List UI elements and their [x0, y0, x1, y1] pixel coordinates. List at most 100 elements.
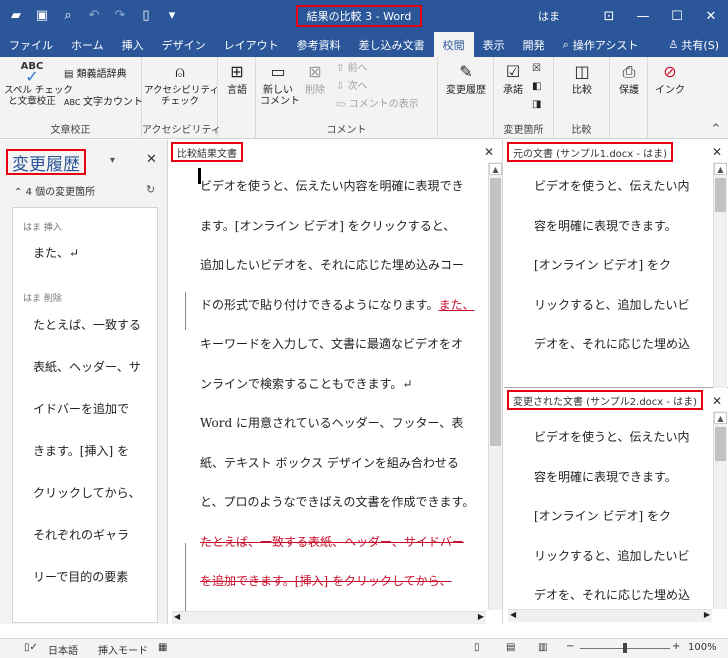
show-comments-button[interactable]: ▭ コメントの表示: [336, 99, 419, 111]
refresh-icon[interactable]: ↻: [146, 183, 155, 196]
change-bar: [185, 292, 186, 330]
minimize-icon[interactable]: —: [626, 0, 660, 32]
proofing-status-icon[interactable]: ▯✓: [24, 642, 38, 653]
redo-icon[interactable]: ↷: [112, 7, 128, 23]
tab-references[interactable]: 参考資料: [288, 32, 350, 57]
undo-icon[interactable]: ↶: [86, 7, 102, 23]
scroll-right-icon[interactable]: ▶: [478, 612, 484, 621]
ink-button[interactable]: ⊘ インク: [652, 61, 688, 97]
print-layout-icon[interactable]: ▤: [506, 642, 515, 653]
group-ink: ⊘ インク: [648, 57, 692, 139]
previous-change-button[interactable]: ◧: [532, 81, 541, 93]
track-changes-button[interactable]: ✎ 変更履歴: [442, 61, 490, 97]
language-button[interactable]: ⊞ 言語: [220, 61, 254, 97]
compared-vertical-scrollbar[interactable]: ▲: [488, 162, 502, 610]
word-count-button[interactable]: ABC 文字カウント: [64, 97, 143, 109]
new-comment-button[interactable]: ▭ 新しい コメント: [260, 61, 300, 108]
pane-options-icon[interactable]: ▾: [110, 155, 115, 166]
zoom-out-icon[interactable]: −: [566, 641, 574, 652]
customize-qat-icon[interactable]: ▾: [164, 7, 180, 23]
tab-view[interactable]: 表示: [474, 32, 514, 57]
revised-vertical-scrollbar[interactable]: ▲: [713, 411, 727, 609]
close-revised-icon[interactable]: ✕: [712, 394, 722, 408]
revision-text[interactable]: それぞれのギャラ: [13, 514, 157, 556]
scroll-up-icon[interactable]: ▲: [714, 163, 727, 175]
compared-document-body[interactable]: ビデオを使うと、伝えたい内容を明確に表現でき ます。[オンライン ビデオ] をク…: [200, 167, 475, 602]
maximize-icon[interactable]: ☐: [660, 0, 694, 32]
original-document-body[interactable]: ビデオを使うと、伝えたい内 容を明確に表現できます。 [オンライン ビデオ] を…: [534, 167, 690, 365]
delete-comment-button[interactable]: ⊠ 削除: [300, 61, 330, 97]
zoom-slider[interactable]: [580, 643, 670, 653]
tab-design[interactable]: デザイン: [153, 32, 215, 57]
scroll-left-icon[interactable]: ◀: [510, 610, 516, 619]
web-layout-icon[interactable]: ▥: [538, 642, 547, 653]
new-document-icon[interactable]: ▯: [138, 7, 154, 23]
previous-comment-button[interactable]: ⇧ 前へ: [336, 63, 368, 75]
ink-label: インク: [655, 85, 685, 96]
scroll-up-icon[interactable]: ▲: [714, 412, 727, 424]
revision-text[interactable]: たとえば、一致する: [13, 304, 157, 346]
group-label-comments: コメント: [326, 125, 367, 136]
spelling-grammar-label: スペル チェック と文章校正: [4, 85, 73, 107]
scroll-up-icon[interactable]: ▲: [489, 163, 502, 175]
close-pane-icon[interactable]: ✕: [146, 152, 157, 167]
tab-developer[interactable]: 開発: [514, 32, 554, 57]
tab-mailings[interactable]: 差し込み文書: [350, 32, 434, 57]
input-mode-status[interactable]: 挿入モード: [98, 642, 148, 657]
scroll-left-icon[interactable]: ◀: [174, 612, 180, 621]
tab-file[interactable]: ファイル: [0, 32, 62, 57]
tab-review[interactable]: 校閲: [433, 32, 474, 57]
next-comment-button[interactable]: ⇩ 次へ: [336, 81, 368, 93]
original-vertical-scrollbar[interactable]: ▲: [713, 162, 727, 388]
compare-button[interactable]: ◫ 比較: [558, 61, 606, 97]
doc-line: ます。[オンライン ビデオ] をクリックすると、: [200, 218, 456, 233]
ribbon-display-options-icon[interactable]: ⊡: [592, 0, 626, 32]
print-preview-icon[interactable]: ⌕: [60, 7, 76, 23]
compared-horizontal-scrollbar[interactable]: ◀ ▶: [172, 611, 486, 624]
reject-button[interactable]: ☒: [532, 63, 541, 75]
read-mode-icon[interactable]: ▯: [474, 642, 480, 653]
spelling-grammar-button[interactable]: ABC ✓ スペル チェック と文章校正: [4, 61, 73, 108]
scroll-thumb[interactable]: [715, 427, 726, 461]
revision-text[interactable]: また、↵: [13, 233, 157, 273]
tab-insert[interactable]: 挿入: [113, 32, 153, 57]
share-button[interactable]: ♙ 共有(S): [660, 32, 728, 57]
revision-text[interactable]: イドバーを追加で: [13, 388, 157, 430]
revision-header[interactable]: はま 挿入: [13, 220, 157, 233]
revised-document-body[interactable]: ビデオを使うと、伝えたい内 容を明確に表現できます。 [オンライン ビデオ] を…: [534, 418, 690, 616]
zoom-in-icon[interactable]: +: [672, 641, 680, 652]
close-window-icon[interactable]: ✕: [694, 0, 728, 32]
revision-text[interactable]: 表紙、ヘッダー、サ: [13, 346, 157, 388]
open-folder-icon[interactable]: ▰: [8, 7, 24, 23]
check-accessibility-button[interactable]: ⍝ アクセシビリティ チェック: [144, 61, 219, 108]
scroll-thumb[interactable]: [490, 178, 501, 446]
collapse-icon: ⌃: [14, 187, 26, 198]
revision-text[interactable]: きます。[挿入] を: [13, 430, 157, 472]
doc-line: と、プロのようなできばえの文書を作成できます。: [200, 495, 475, 509]
revision-count[interactable]: ⌃ 4 個の変更箇所: [14, 183, 95, 198]
tab-layout[interactable]: レイアウト: [215, 32, 288, 57]
scroll-right-icon[interactable]: ▶: [704, 610, 710, 619]
save-icon[interactable]: ▣: [34, 7, 50, 23]
user-name[interactable]: はま: [538, 8, 560, 24]
protect-button[interactable]: ⎙ 保護: [612, 61, 646, 97]
zoom-slider-thumb[interactable]: [623, 643, 627, 653]
zoom-level[interactable]: 100%: [688, 642, 717, 653]
show-comments-icon: ▭: [336, 99, 349, 110]
macro-record-icon[interactable]: ▦: [158, 642, 167, 653]
close-compared-icon[interactable]: ✕: [484, 145, 494, 159]
language-status[interactable]: 日本語: [48, 642, 78, 657]
revised-document-title: 変更された文書 (サンプル2.docx - はま): [507, 390, 704, 410]
scroll-thumb[interactable]: [715, 178, 726, 212]
revision-text[interactable]: クリックしてから、: [13, 472, 157, 514]
revised-horizontal-scrollbar[interactable]: ◀ ▶: [508, 609, 712, 622]
close-original-icon[interactable]: ✕: [712, 145, 722, 159]
thesaurus-button[interactable]: ▤ 類義語辞典: [64, 69, 127, 81]
tab-home[interactable]: ホーム: [62, 32, 113, 57]
tell-me-box[interactable]: ⌕ 操作アシスト: [554, 32, 648, 57]
accept-button[interactable]: ☑ 承諾: [498, 61, 528, 97]
revision-text[interactable]: リーで目的の要素: [13, 556, 157, 598]
collapse-ribbon-icon[interactable]: ^: [712, 123, 720, 135]
next-change-button[interactable]: ◨: [532, 99, 541, 111]
revision-header[interactable]: はま 削除: [13, 291, 157, 304]
